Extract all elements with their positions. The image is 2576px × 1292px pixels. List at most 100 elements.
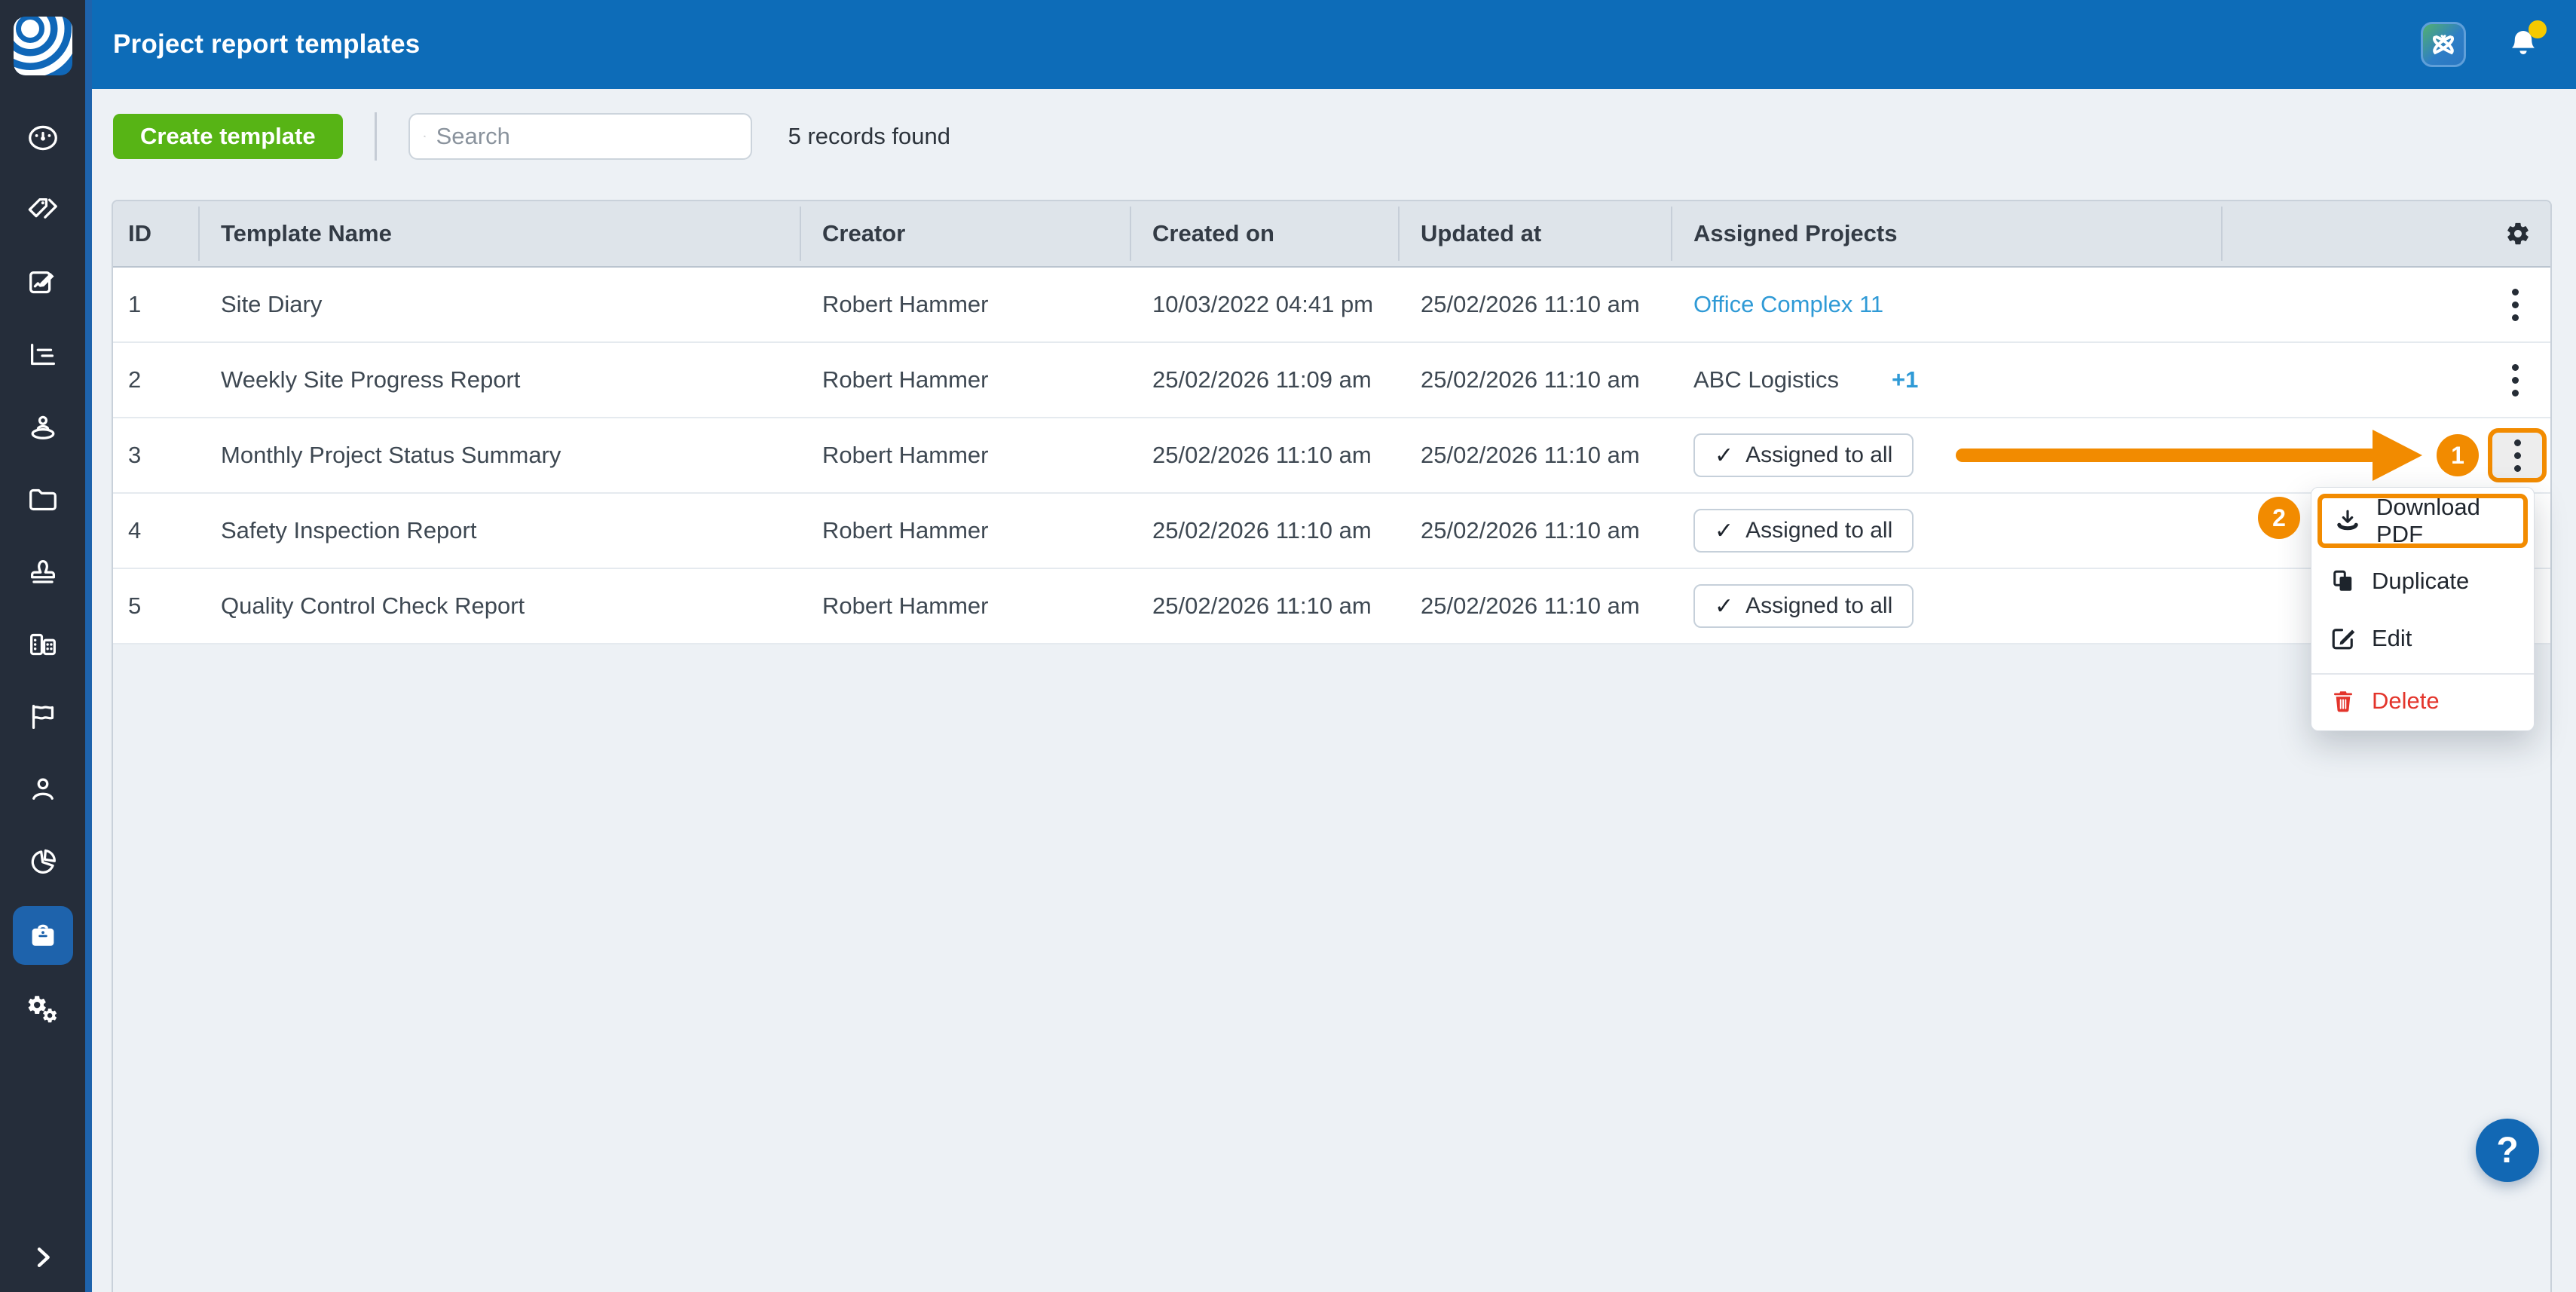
sidebar-expand-button[interactable] (0, 1242, 85, 1272)
assigned-project-link[interactable]: Office Complex 11 (1693, 291, 1883, 318)
table-header-row: ID Template Name Creator Created on Upda… (113, 201, 2550, 268)
search-input[interactable] (436, 123, 737, 150)
cell-creator: Robert Hammer (800, 343, 1130, 417)
cell-id: 5 (113, 569, 198, 643)
sidebar-item-reports-chart[interactable] (26, 338, 60, 372)
cell-created-on: 10/03/2022 04:41 pm (1130, 268, 1398, 341)
page-title: Project report templates (113, 29, 420, 60)
company-buildings-icon (26, 627, 60, 662)
menu-item-download-pdf[interactable]: Download PDF (2317, 494, 2528, 548)
cell-creator: Robert Hammer (800, 494, 1130, 568)
menu-item-delete[interactable]: Delete (2311, 676, 2534, 726)
column-header-id[interactable]: ID (113, 201, 198, 266)
annotation-step-1: 1 (2437, 434, 2479, 476)
cell-updated-at: 25/02/2026 11:10 am (1398, 494, 1671, 568)
search-icon (424, 124, 426, 149)
sidebar-item-users[interactable] (26, 772, 60, 807)
toolbar: Create template 5 records found (92, 113, 2576, 160)
check-icon: ✓ (1715, 442, 1733, 469)
cell-updated-at: 25/02/2026 11:10 am (1398, 343, 1671, 417)
column-header-name[interactable]: Template Name (198, 201, 800, 266)
notification-badge (2529, 20, 2547, 38)
assigned-to-all-badge[interactable]: ✓ Assigned to all (1693, 509, 1914, 553)
cell-id: 1 (113, 268, 198, 341)
download-icon (2334, 507, 2361, 534)
ai-assistant-button[interactable] (2421, 22, 2466, 67)
pie-chart-icon (26, 844, 60, 879)
column-header-created[interactable]: Created on (1130, 201, 1398, 266)
bar-chart-icon (26, 338, 60, 372)
flag-icon (26, 700, 60, 734)
row-actions-kebab-menu-icon[interactable] (2504, 281, 2526, 329)
settings-gears-icon (26, 992, 60, 1027)
sidebar-item-report-templates[interactable] (13, 906, 73, 965)
stamp-icon (26, 555, 60, 589)
check-icon: ✓ (1715, 593, 1733, 620)
dashboard-gauge-icon (26, 121, 60, 155)
cell-updated-at: 25/02/2026 11:10 am (1398, 569, 1671, 643)
row-context-menu: Download PDF Duplicate Edit Delete (2311, 487, 2535, 731)
table-row: 2 Weekly Site Progress Report Robert Ham… (113, 343, 2550, 418)
sidebar-item-stamp[interactable] (26, 555, 60, 589)
help-button[interactable]: ? (2476, 1119, 2539, 1182)
menu-item-duplicate[interactable]: Duplicate (2311, 553, 2534, 610)
records-count: 5 records found (788, 123, 950, 150)
search-box[interactable] (408, 113, 752, 160)
folder-icon (26, 482, 60, 517)
cell-created-on: 25/02/2026 11:10 am (1130, 418, 1398, 492)
assigned-more-badge[interactable]: +1 (1892, 366, 1918, 393)
sidebar-item-site[interactable] (26, 410, 60, 445)
duplicate-icon (2330, 568, 2357, 595)
cell-creator: Robert Hammer (800, 268, 1130, 341)
column-header-assigned[interactable]: Assigned Projects (1671, 201, 2221, 266)
sidebar-nav (0, 121, 85, 1027)
annotation-step-2: 2 (2258, 497, 2300, 539)
app-root: Project report templates Create template (0, 0, 2576, 1292)
column-header-updated[interactable]: Updated at (1398, 201, 1671, 266)
sidebar-item-forms[interactable] (26, 265, 60, 300)
kebab-menu-icon[interactable] (2507, 432, 2529, 479)
annotation-arrow (1956, 449, 2378, 462)
cell-template-name: Site Diary (198, 268, 800, 341)
sidebar-item-dashboard[interactable] (26, 121, 60, 155)
row-actions-kebab-menu-icon[interactable] (2504, 357, 2526, 404)
sidebar-item-settings[interactable] (26, 992, 60, 1027)
row-actions-kebab-highlighted[interactable] (2488, 428, 2547, 482)
assigned-to-all-badge[interactable]: ✓ Assigned to all (1693, 433, 1914, 477)
notifications-button[interactable] (2505, 25, 2541, 64)
cell-created-on: 25/02/2026 11:09 am (1130, 343, 1398, 417)
assigned-to-all-badge[interactable]: ✓ Assigned to all (1693, 584, 1914, 628)
cell-creator: Robert Hammer (800, 418, 1130, 492)
cell-created-on: 25/02/2026 11:10 am (1130, 569, 1398, 643)
sidebar-item-tags[interactable] (26, 193, 60, 228)
assigned-project-text: ABC Logistics (1693, 366, 1839, 393)
site-person-pin-icon (26, 410, 60, 445)
table-row: 4 Safety Inspection Report Robert Hammer… (113, 494, 2550, 569)
create-template-button[interactable]: Create template (113, 114, 343, 159)
check-icon: ✓ (1715, 518, 1733, 544)
edit-icon (2330, 625, 2357, 652)
sidebar (0, 0, 92, 1292)
column-header-actions (2221, 201, 2550, 266)
sidebar-item-company[interactable] (26, 627, 60, 662)
sidebar-item-flags[interactable] (26, 700, 60, 734)
sidebar-item-insights[interactable] (26, 844, 60, 879)
sidebar-item-documents[interactable] (26, 482, 60, 517)
annotation-arrow-head-icon (2373, 430, 2422, 481)
cell-updated-at: 25/02/2026 11:10 am (1398, 418, 1671, 492)
app-logo-icon[interactable] (14, 17, 72, 75)
tags-icon (26, 193, 60, 228)
cell-id: 4 (113, 494, 198, 568)
cell-creator: Robert Hammer (800, 569, 1130, 643)
toolbar-divider (375, 112, 377, 161)
templates-table: ID Template Name Creator Created on Upda… (112, 200, 2552, 1292)
cell-id: 3 (113, 418, 198, 492)
column-header-creator[interactable]: Creator (800, 201, 1130, 266)
chevron-right-icon (28, 1242, 58, 1272)
ai-assistant-icon (2428, 29, 2458, 60)
menu-divider (2311, 673, 2534, 675)
cell-template-name: Safety Inspection Report (198, 494, 800, 568)
gear-icon[interactable] (2505, 221, 2531, 246)
menu-item-edit[interactable]: Edit (2311, 610, 2534, 667)
table-row: 5 Quality Control Check Report Robert Ha… (113, 569, 2550, 644)
